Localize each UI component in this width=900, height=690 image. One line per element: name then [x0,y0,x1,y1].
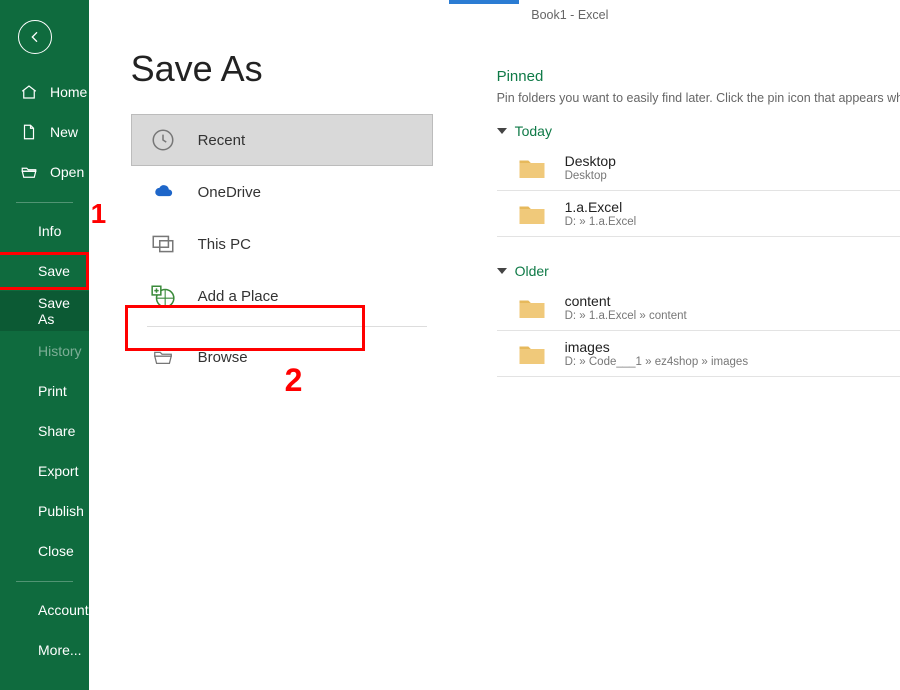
folder-row[interactable]: DesktopDesktop [497,145,900,191]
sidebar-separator [16,581,73,582]
folder-path: D: » 1.a.Excel » content [565,310,687,322]
pc-icon [150,231,176,257]
pinned-heading: Pinned [497,68,900,85]
nav-label: Account [38,602,89,618]
nav-label: Save [38,263,70,279]
page-title: Save As [131,48,471,90]
sidebar-separator [16,202,73,203]
pinned-description: Pin folders you want to easily find late… [497,91,900,105]
folder-icon [517,155,547,181]
browse-icon [150,344,176,370]
location-label: This PC [198,236,251,253]
open-icon [20,163,38,181]
sidebar-publish[interactable]: Publish [0,491,89,531]
group-heading-today[interactable]: Today [497,123,900,139]
nav-label: Export [38,463,78,479]
group-label: Older [515,263,549,279]
chevron-down-icon [497,128,507,134]
location-label: Add a Place [198,288,279,305]
titlebar-accent [449,0,519,4]
sidebar-history: History [0,331,89,371]
folder-path: D: » 1.a.Excel [565,216,637,228]
group-heading-older[interactable]: Older [497,263,900,279]
sidebar-open[interactable]: Open [0,152,89,192]
folder-icon [517,201,547,227]
folder-row[interactable]: contentD: » 1.a.Excel » content [497,285,900,331]
nav-label: Print [38,383,67,399]
sidebar-home[interactable]: Home [0,72,89,112]
folder-icon [517,295,547,321]
location-this-pc[interactable]: This PC [131,218,431,270]
folder-row[interactable]: 1.a.ExcelD: » 1.a.Excel [497,191,900,237]
location-label: Browse [198,349,248,366]
location-recent[interactable]: Recent [131,114,433,166]
folder-name: Desktop [565,153,616,169]
nav-label: Home [50,84,87,100]
nav-label: More... [38,642,82,658]
folder-name: content [565,293,687,309]
location-label: Recent [198,132,246,149]
nav-label: Open [50,164,84,180]
folder-path: Desktop [565,170,616,182]
nav-label: Share [38,423,75,439]
nav-label: Publish [38,503,84,519]
nav-label: Close [38,543,74,559]
nav-label: Save As [38,295,89,327]
titlebar: Book1 - Excel [89,0,900,30]
location-label: OneDrive [198,184,261,201]
recent-folders-panel: Pinned Pin folders you want to easily fi… [471,48,900,690]
location-add-a-place[interactable]: Add a Place [131,270,431,322]
group-label: Today [515,123,552,139]
location-separator [147,326,427,327]
folder-icon [517,341,547,367]
home-icon [20,83,38,101]
location-onedrive[interactable]: OneDrive [131,166,431,218]
sidebar-print[interactable]: Print [0,371,89,411]
folder-name: 1.a.Excel [565,199,637,215]
sidebar-close[interactable]: Close [0,531,89,571]
sidebar-account[interactable]: Account [0,590,89,630]
folder-path: D: » Code___1 » ez4shop » images [565,356,748,368]
titlebar-text: Book1 - Excel [531,8,608,22]
nav-label: History [38,343,82,359]
backstage-sidebar: Home New Open Info Save Save As History Print S… [0,0,89,690]
sidebar-new[interactable]: New [0,112,89,152]
content-area: Book1 - Excel Save As Recent OneDrive This… [89,0,900,690]
sidebar-save[interactable]: Save [0,251,89,291]
new-icon [20,123,38,141]
folder-name: images [565,339,748,355]
back-button[interactable] [18,20,52,54]
chevron-down-icon [497,268,507,274]
clock-icon [150,127,176,153]
location-browse[interactable]: Browse [131,331,431,383]
cloud-icon [150,179,176,205]
sidebar-share[interactable]: Share [0,411,89,451]
nav-label: New [50,124,78,140]
folder-row[interactable]: imagesD: » Code___1 » ez4shop » images [497,331,900,377]
sidebar-more-[interactable]: More... [0,630,89,670]
sidebar-export[interactable]: Export [0,451,89,491]
sidebar-info[interactable]: Info [0,211,89,251]
arrow-left-icon [27,29,43,45]
sidebar-save-as[interactable]: Save As [0,291,89,331]
addplace-icon [150,283,176,309]
nav-label: Info [38,223,61,239]
